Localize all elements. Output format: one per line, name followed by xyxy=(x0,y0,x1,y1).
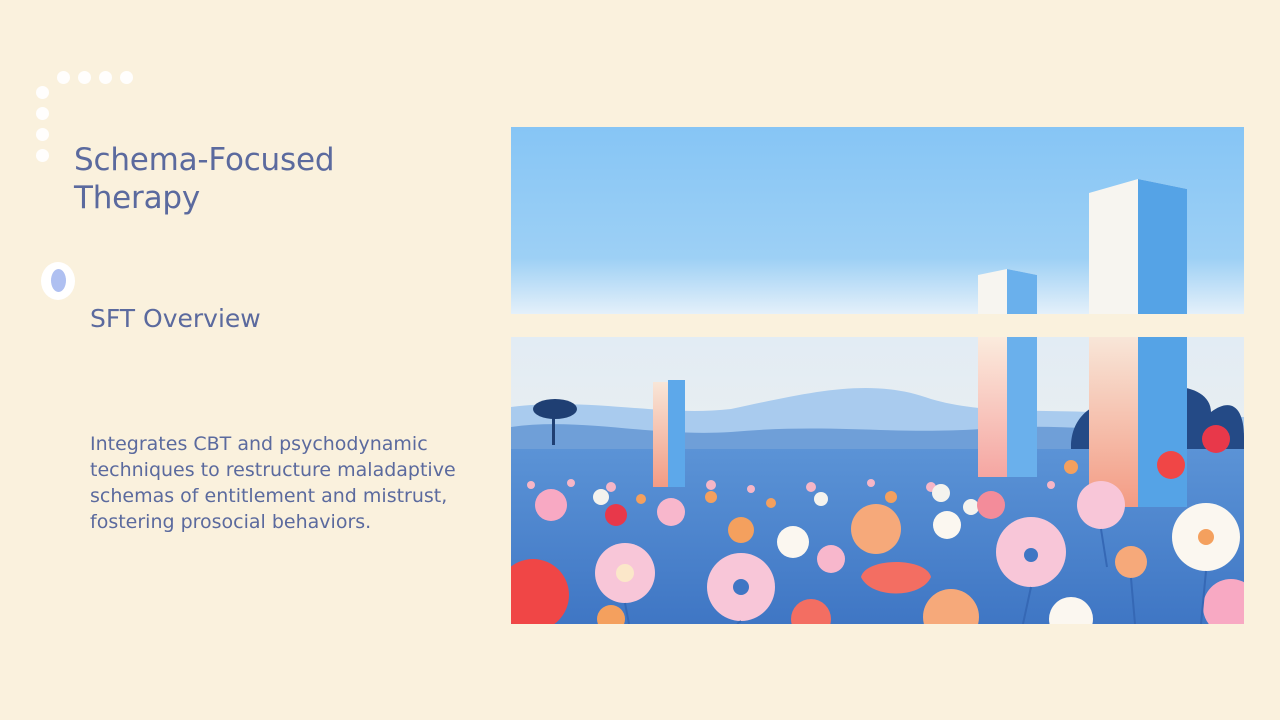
slide: Schema-Focused Therapy SFT Overview Inte… xyxy=(0,0,1280,720)
illustration-top xyxy=(511,127,1244,314)
slide-title: Schema-Focused Therapy xyxy=(74,142,335,216)
body-text: Integrates CBT and psychodynamic techniq… xyxy=(90,433,456,533)
bullet-icon xyxy=(41,262,75,300)
sky-pillars-icon xyxy=(511,127,1244,314)
decorative-dot xyxy=(36,149,49,162)
decorative-dot xyxy=(36,86,49,99)
decorative-dot xyxy=(36,107,49,120)
bullet-inner xyxy=(51,269,66,292)
flower-field-icon xyxy=(511,337,1244,624)
decorative-dot xyxy=(36,128,49,141)
decorative-dot xyxy=(99,71,112,84)
decorative-dot xyxy=(57,71,70,84)
illustration-bottom xyxy=(511,337,1244,624)
image-divider-band xyxy=(445,314,1280,337)
section-subtitle: SFT Overview xyxy=(90,304,261,333)
decorative-dot xyxy=(78,71,91,84)
decorative-dot xyxy=(120,71,133,84)
